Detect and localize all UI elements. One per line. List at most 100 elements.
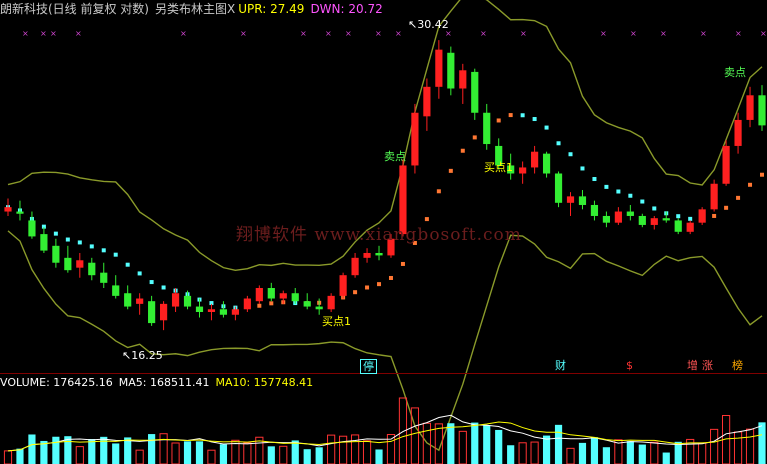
sell-signal-label-2: 卖点 xyxy=(724,66,746,79)
mid-band-dot xyxy=(365,285,370,290)
volume-bar xyxy=(758,422,766,464)
panel-divider[interactable] xyxy=(0,373,767,374)
signal-marker: × xyxy=(75,29,82,38)
volume-bar xyxy=(483,425,491,464)
signal-marker: × xyxy=(50,29,57,38)
candle-body xyxy=(171,293,180,307)
indicator-name[interactable]: 另类布林主图X xyxy=(155,2,235,16)
mid-band-dot xyxy=(89,244,94,249)
dwn-value: DWN: 20.72 xyxy=(310,2,383,16)
low-price-value: 16.25 xyxy=(131,349,163,362)
event-badge-finance[interactable]: 财 xyxy=(553,359,568,372)
candle-body xyxy=(88,262,96,276)
event-badge-ranking[interactable]: 榜 xyxy=(730,359,745,372)
volume-bar xyxy=(710,428,719,464)
volume-bar xyxy=(674,441,682,464)
mid-band-dot xyxy=(688,216,693,221)
volume-bar xyxy=(518,442,527,464)
volume-bar xyxy=(291,440,299,464)
candle-body xyxy=(351,257,359,276)
volume-bar xyxy=(447,423,455,464)
volume-bar xyxy=(566,447,575,464)
volume-bar xyxy=(195,441,204,464)
mid-band-dot xyxy=(544,125,549,130)
mid-band-dot xyxy=(353,290,358,295)
candle-body xyxy=(519,167,527,174)
event-badge-limit-up[interactable]: 涨 xyxy=(700,359,715,372)
signal-marker: × xyxy=(180,29,187,38)
volume-bar xyxy=(171,442,180,464)
mid-band-dot xyxy=(556,141,561,146)
mid-band-dot xyxy=(269,301,274,306)
volume-bar xyxy=(650,441,659,464)
mid-band-dot xyxy=(400,261,405,266)
volume-bar xyxy=(279,445,288,464)
mid-band-dot xyxy=(460,148,465,153)
event-badge-increase[interactable]: 增 xyxy=(685,359,700,372)
signal-marker: × xyxy=(300,29,307,38)
candle-body xyxy=(650,218,658,225)
high-price-value: 30.42 xyxy=(417,18,449,31)
candle-body xyxy=(674,220,682,232)
mid-band-dot xyxy=(436,189,441,194)
candle-body xyxy=(758,95,766,126)
volume-bar xyxy=(507,445,515,464)
candle-body xyxy=(662,218,670,221)
candle-body xyxy=(52,245,60,263)
volume-bar xyxy=(662,452,670,464)
mid-band-dot xyxy=(388,275,393,280)
volume-header: VOLUME: 176425.16 MA5: 168511.41 MA10: 157… xyxy=(0,375,319,391)
candle-body xyxy=(112,285,120,296)
mid-band-dot xyxy=(149,280,154,285)
volume-bar xyxy=(698,442,707,464)
candle-body xyxy=(100,272,108,283)
volume-bar xyxy=(28,434,36,464)
mid-band-dot xyxy=(628,193,633,198)
volume-bar xyxy=(542,435,551,464)
volume-ma5-line xyxy=(7,414,763,452)
mid-band-dot xyxy=(520,113,525,118)
mid-band-dot xyxy=(53,231,58,236)
volume-bar xyxy=(135,449,144,464)
mid-band-dot xyxy=(724,205,729,210)
candle-body xyxy=(40,234,48,251)
mid-band-dot xyxy=(736,195,741,200)
candle-body xyxy=(148,301,156,324)
candle-body xyxy=(231,309,239,315)
mid-band-dot xyxy=(748,182,753,187)
candle-body xyxy=(267,288,275,299)
volume-bar xyxy=(148,434,156,464)
event-badge-dividend[interactable]: $ xyxy=(624,359,635,372)
mid-band-dot xyxy=(592,177,597,182)
mid-band-dot xyxy=(65,237,70,242)
event-badge-suspend[interactable]: 停 xyxy=(360,359,377,374)
candle-body xyxy=(195,306,204,313)
volume-bar xyxy=(219,444,228,464)
signal-marker: × xyxy=(760,29,767,38)
signal-marker: × xyxy=(735,29,742,38)
candle-body xyxy=(136,298,144,304)
volume-bar xyxy=(315,447,323,464)
signal-marker: × xyxy=(395,29,402,38)
signal-marker: × xyxy=(40,29,47,38)
high-arrow-icon: ↖ xyxy=(408,18,418,31)
volume-bar xyxy=(745,428,755,464)
candle-body xyxy=(207,309,216,313)
volume-bar xyxy=(16,448,24,464)
candle-body xyxy=(423,86,431,117)
volume-bar xyxy=(602,447,611,464)
mid-band-dot xyxy=(712,213,717,218)
volume-bar xyxy=(159,433,168,464)
candle-body xyxy=(734,119,742,146)
mid-band-dot xyxy=(760,172,764,177)
low-price-label: ↖16.25 xyxy=(122,350,163,362)
mid-band-dot xyxy=(676,214,681,219)
lower-band-line xyxy=(7,230,763,452)
candle-body xyxy=(375,252,383,256)
volume-bar xyxy=(267,446,275,464)
chart-header: 朗新科技(日线 前复权 对数) 另类布林主图X UPR: 27.49 DWN: 20.… xyxy=(0,1,389,17)
candle-body xyxy=(303,301,311,307)
candle-body xyxy=(614,211,622,223)
buy-signal-label-2: 买点1 xyxy=(484,161,513,174)
candle-body xyxy=(638,215,646,225)
